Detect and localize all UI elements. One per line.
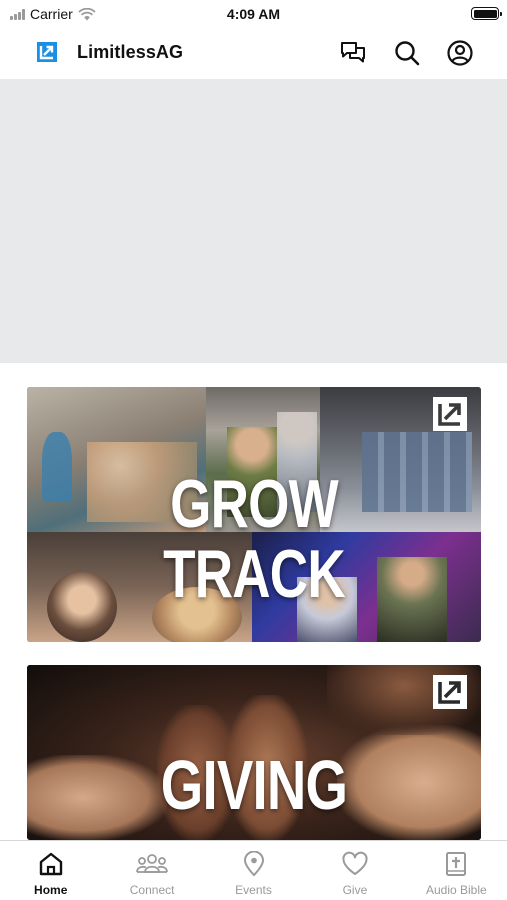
giving-title: GIVING: [160, 746, 348, 824]
tab-connect[interactable]: Connect: [101, 841, 202, 900]
grow-track-card[interactable]: GROW TRACK: [27, 387, 481, 642]
limitless-logo-icon: [433, 397, 467, 431]
search-icon: [395, 41, 420, 66]
chat-icon: [341, 42, 365, 63]
location-pin-icon: [243, 851, 264, 877]
grow-track-title: GROW TRACK: [163, 466, 345, 612]
tab-audio-bible[interactable]: Audio Bible: [406, 841, 507, 900]
bible-icon: [446, 852, 467, 876]
tab-give-label: Give: [342, 883, 368, 897]
heart-icon: [342, 851, 368, 875]
hero-banner-placeholder: [0, 79, 507, 363]
battery-icon: [471, 7, 502, 20]
tab-give[interactable]: Give: [304, 841, 405, 900]
status-time: 4:09 AM: [226, 6, 281, 22]
search-button[interactable]: [393, 39, 421, 67]
tab-audio-bible-label: Audio Bible: [425, 883, 487, 897]
home-icon: [39, 852, 62, 876]
tab-events-label: Events: [235, 883, 272, 897]
tab-events[interactable]: Events: [203, 841, 304, 900]
app-logo-icon: [37, 42, 57, 62]
account-icon: [447, 40, 473, 66]
group-icon: [136, 854, 169, 873]
tab-home[interactable]: Home: [0, 841, 101, 900]
app-title: LimitlessAG: [77, 42, 184, 62]
limitless-logo-icon: [433, 675, 467, 709]
bottom-tab-bar: Home Connect Events Give Audio Bible: [0, 840, 507, 900]
status-bar: Carrier 4:09 AM: [0, 0, 507, 28]
giving-card[interactable]: GIVING: [27, 665, 481, 840]
account-button[interactable]: [446, 39, 474, 67]
chat-button[interactable]: [339, 39, 367, 67]
tab-connect-label: Connect: [129, 883, 175, 897]
app-header: LimitlessAG: [0, 28, 507, 78]
tab-home-label: Home: [34, 883, 68, 897]
